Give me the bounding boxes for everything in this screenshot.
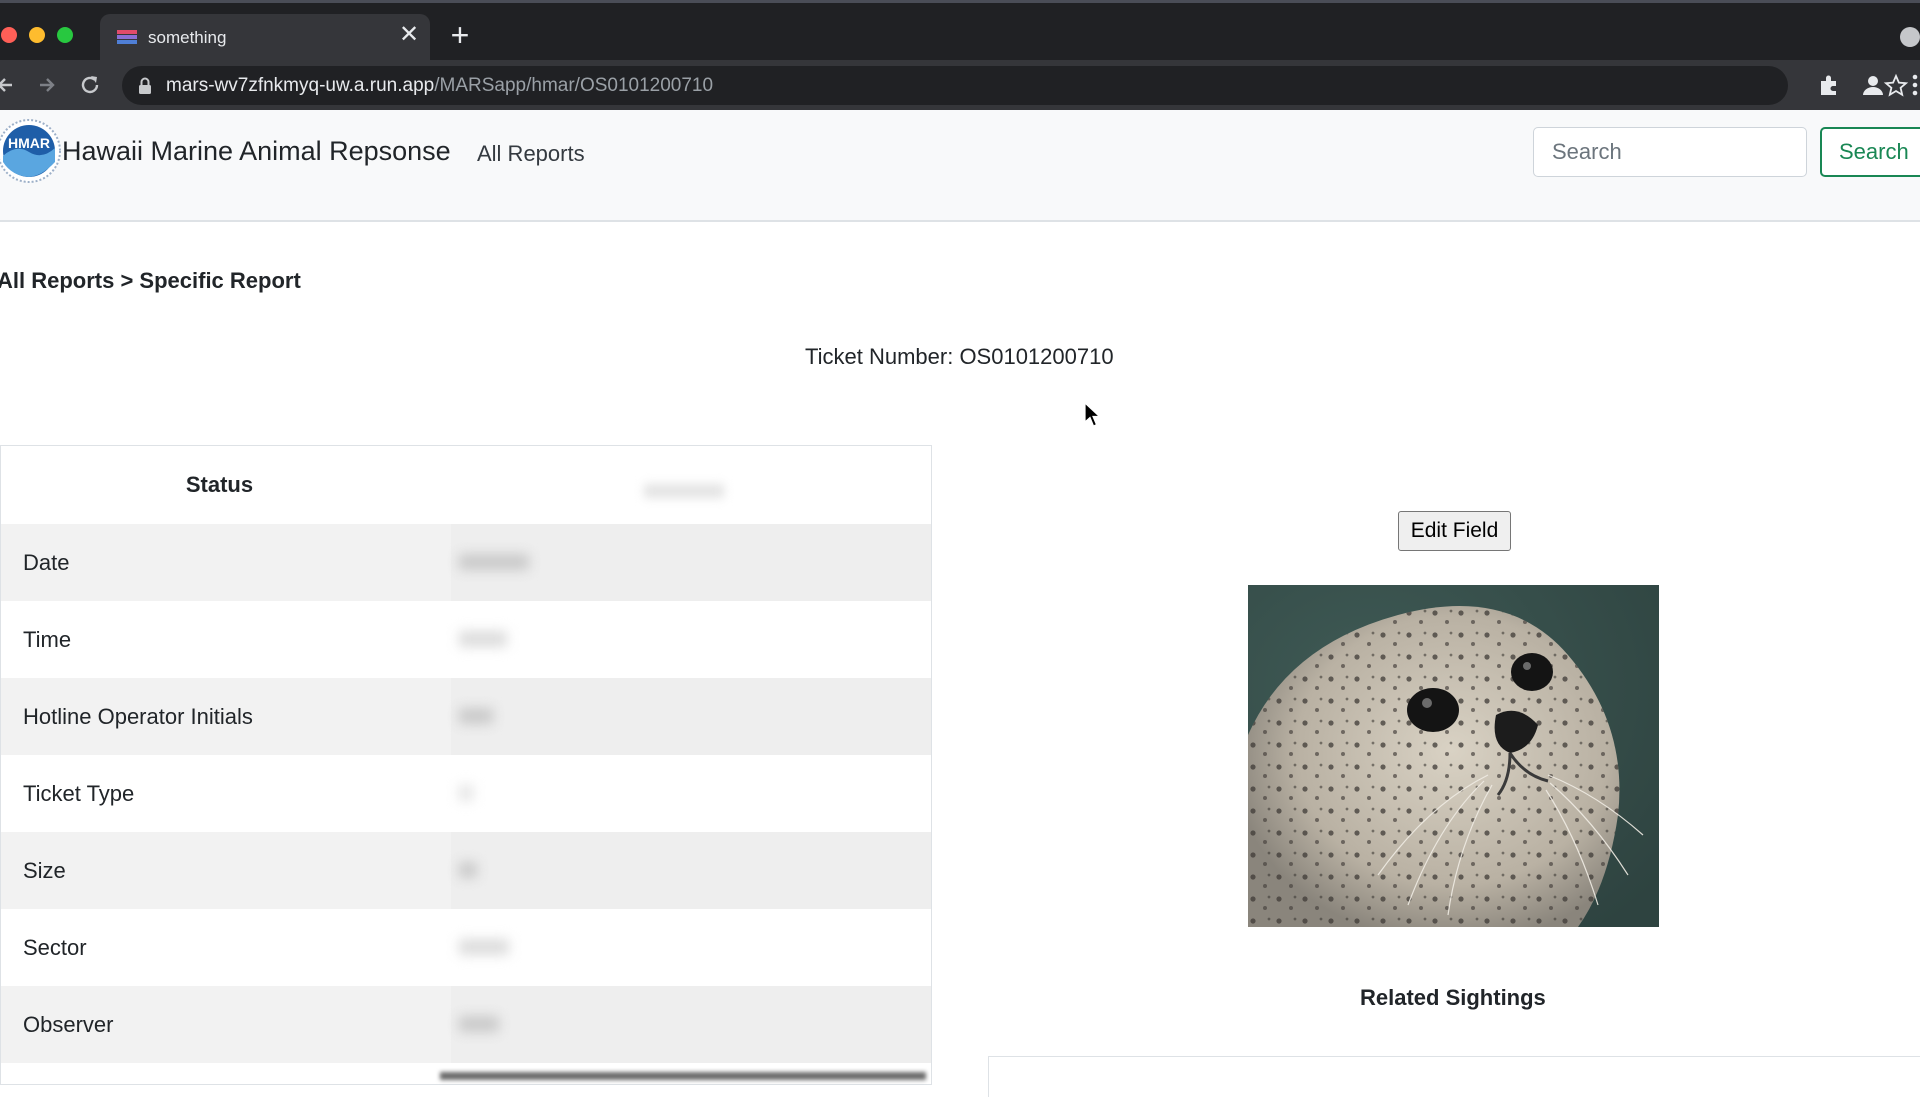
redacted-value xyxy=(451,986,931,1063)
forward-icon[interactable] xyxy=(32,71,60,99)
row-label: Date xyxy=(23,550,70,575)
report-table: Status Date Time Hotline Operator Initia… xyxy=(0,445,932,1085)
table-row: Hotline Operator Initials xyxy=(1,678,931,755)
browser-tab[interactable]: something ✕ xyxy=(100,14,430,63)
redacted-next-row xyxy=(440,1072,926,1080)
browser-toolbar: mars-wv7zfnkmyq-uw.a.run.app/MARSapp/hma… xyxy=(0,60,1920,110)
redacted-value xyxy=(451,755,931,832)
table-row: Size xyxy=(1,832,931,909)
redacted-header-value xyxy=(644,484,724,498)
row-label: Observer xyxy=(23,1012,114,1037)
search-button[interactable]: Search xyxy=(1820,127,1920,177)
back-icon[interactable] xyxy=(0,71,20,99)
related-sightings-table xyxy=(988,1056,1920,1097)
address-bar[interactable]: mars-wv7zfnkmyq-uw.a.run.app/MARSapp/hma… xyxy=(122,66,1909,105)
related-sightings-heading: Related Sightings xyxy=(1360,985,1546,1010)
table-header-status: Status xyxy=(185,472,254,497)
url-path: /MARSapp/hmar/OS0101200710 xyxy=(434,75,714,96)
hmar-logo[interactable]: HMAR xyxy=(0,118,62,184)
url-host: mars-wv7zfnkmyq-uw.a.run.app xyxy=(166,75,435,96)
window-close-button[interactable] xyxy=(1,27,17,43)
ticket-number: Ticket Number: OS0101200710 xyxy=(805,344,1114,369)
new-tab-button[interactable]: + xyxy=(446,19,474,51)
breadcrumb: All Reports > Specific Report xyxy=(0,268,301,293)
browser-tabstrip: something ✕ + xyxy=(0,3,1920,63)
site-navbar: HMAR Hawaii Marine Animal Repsonse All R… xyxy=(0,110,1920,222)
redacted-value xyxy=(451,601,931,678)
browser-menu-icon[interactable] xyxy=(1902,72,1920,98)
nav-link-all-reports[interactable]: All Reports xyxy=(477,141,585,167)
row-label: Ticket Type xyxy=(23,781,135,806)
edit-field-button[interactable]: Edit Field xyxy=(1398,511,1511,551)
window-zoom-button[interactable] xyxy=(57,27,73,43)
mouse-cursor-icon xyxy=(1084,402,1102,427)
row-label: Sector xyxy=(23,935,87,960)
window-minimize-button[interactable] xyxy=(29,27,45,43)
search-input[interactable] xyxy=(1533,127,1807,177)
table-row: Ticket Type xyxy=(1,755,931,832)
redacted-value xyxy=(451,832,931,909)
redacted-value xyxy=(451,678,931,755)
table-row: Observer xyxy=(1,986,931,1063)
tab-search-icon[interactable] xyxy=(1900,27,1920,47)
row-label: Size xyxy=(23,858,66,883)
lock-icon xyxy=(139,77,151,94)
tab-title: something xyxy=(148,28,227,47)
redacted-value xyxy=(451,524,931,601)
reload-icon[interactable] xyxy=(76,71,104,99)
table-row: Time xyxy=(1,601,931,678)
redacted-value xyxy=(451,909,931,986)
seal-photo[interactable] xyxy=(1248,585,1659,927)
logo-text: HMAR xyxy=(8,135,50,151)
profile-icon[interactable] xyxy=(1860,72,1886,98)
favicon-icon xyxy=(117,30,137,44)
row-label: Time xyxy=(23,627,72,652)
extensions-icon[interactable] xyxy=(1816,72,1842,98)
url-text: mars-wv7zfnkmyq-uw.a.run.app/MARSapp/hma… xyxy=(166,75,713,97)
brand-name[interactable]: Hawaii Marine Animal Repsonse xyxy=(62,136,451,167)
close-tab-icon[interactable]: ✕ xyxy=(396,22,422,48)
row-label: Hotline Operator Initials xyxy=(23,704,253,729)
table-row: Sector xyxy=(1,909,931,986)
table-row: Date xyxy=(1,524,931,601)
